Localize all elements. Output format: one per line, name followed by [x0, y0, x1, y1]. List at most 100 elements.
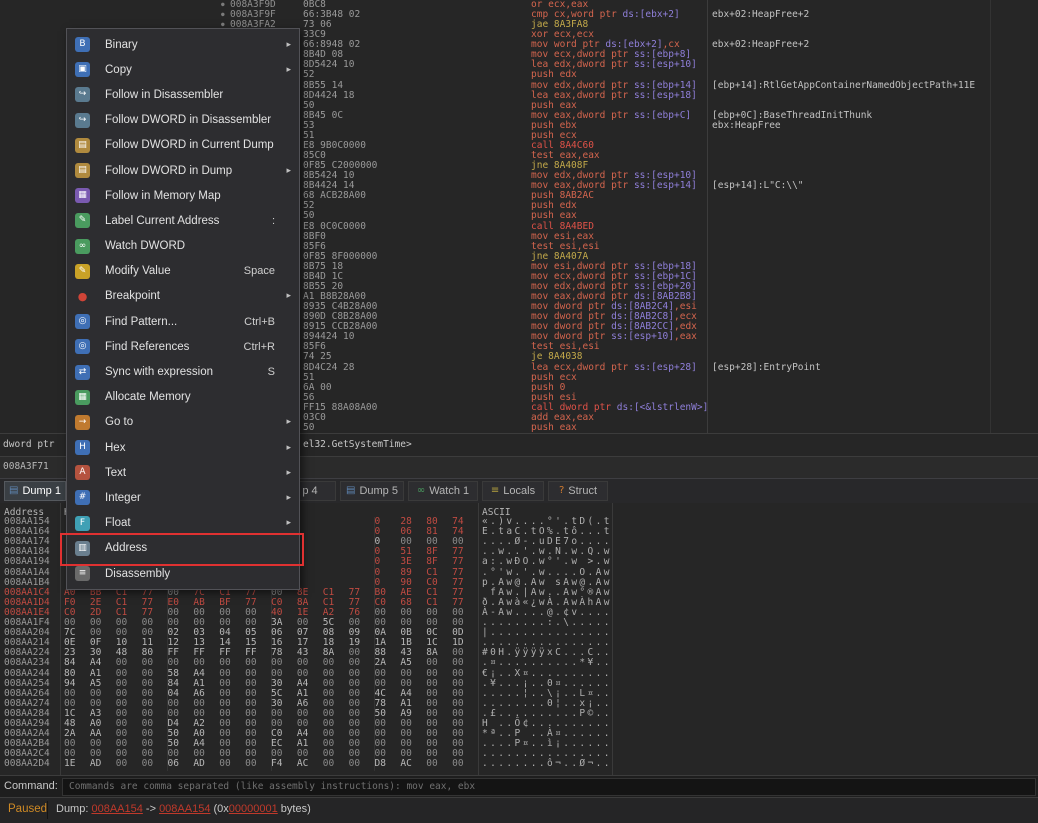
menu-item-label: Follow in Disassembler: [105, 89, 223, 101]
menu-item-find-references[interactable]: ◎ Find References Ctrl+R: [67, 334, 299, 359]
menu-item-label: Disassembly: [105, 568, 170, 580]
sync-with-expression-icon: ⇄: [75, 365, 90, 380]
locals-tab-icon: ≡: [491, 486, 499, 496]
instruction-bytes: 50: [303, 211, 314, 221]
address-icon: ▥: [75, 541, 90, 556]
tab-label: Locals: [503, 485, 535, 497]
binary-icon: B: [75, 37, 90, 52]
dump-address: 008AA244: [4, 669, 50, 679]
status-dump-range: Dump: 008AA154 -> 008AA154 (0x00000001 b…: [56, 803, 311, 815]
status-address-link[interactable]: 008AA154: [91, 803, 142, 815]
menu-item-shortcut: Ctrl+R: [244, 341, 275, 353]
instruction-comment: ebx+02:HeapFree+2: [712, 10, 809, 20]
tab-label: Dump 1: [22, 485, 61, 497]
menu-item-follow-in-memory-map[interactable]: ▦Follow in Memory Map: [67, 183, 299, 208]
command-bar: Command: Commands are comma separated (l…: [0, 775, 1038, 798]
debugger-state: Paused: [8, 803, 47, 815]
menu-item-follow-dword-in-current-dump[interactable]: ▤ Follow DWORD in Current Dump: [67, 133, 299, 158]
command-label: Command:: [4, 780, 58, 792]
instruction-comment: ebx:HeapFree: [712, 121, 781, 131]
goto-icon: →: [75, 415, 90, 430]
copy-icon: ▣: [75, 62, 90, 77]
dump-context-menu: BBinary▸▣Copy▸↪Follow in Disassembler↪Fo…: [66, 28, 300, 590]
dump-row[interactable]: 008AA23484A4000000000000000000002AA50000…: [0, 658, 1038, 668]
menu-item-label: Follow DWORD in Dump: [105, 165, 232, 177]
dump-ascii: .¤..........*¥..: [482, 658, 612, 668]
menu-item-follow-dword-in-disassembler[interactable]: ↪Follow DWORD in Disassembler: [67, 108, 299, 133]
command-input[interactable]: Commands are comma separated (like assem…: [62, 778, 1036, 796]
find-pattern-icon: ◎: [75, 314, 90, 329]
status-divider: [47, 801, 48, 819]
find-references-icon: ◎: [75, 339, 90, 354]
dump-row[interactable]: 008AA2D41EAD000006AD0000F4AC0000D8AC0000…: [0, 759, 1038, 769]
dump-ascii: a:.wÐO.w°'.w >.w: [482, 557, 612, 567]
menu-item-modify-value[interactable]: ✎Modify ValueSpace: [67, 259, 299, 284]
status-text: bytes): [278, 803, 311, 815]
dump-row[interactable]: 008AA24480A1000058A400000000000000000000…: [0, 669, 1038, 679]
hex-icon: H: [75, 440, 90, 455]
label-current-address-icon: ✎: [75, 213, 90, 228]
menu-item-follow-dword-in-dump[interactable]: ▤ Follow DWORD in Dump ▸: [67, 158, 299, 183]
menu-item-find-pattern[interactable]: ◎Find Pattern...Ctrl+B: [67, 309, 299, 334]
instruction-comment: [esp+28]:EntryPoint: [712, 363, 821, 373]
struct-tab-icon: ?: [559, 486, 564, 496]
dump-address: 008AA1A4: [4, 568, 50, 578]
menu-item-label: Text: [105, 467, 126, 479]
menu-item-hex[interactable]: HHex▸: [67, 435, 299, 460]
dump-ascii: ........ô¬..Ø¬..: [482, 759, 612, 769]
menu-item-label: Modify Value: [105, 265, 171, 277]
menu-item-go-to[interactable]: →Go to▸: [67, 410, 299, 435]
menu-item-label: Find References: [105, 341, 189, 353]
tab-locals[interactable]: ≡ Locals: [482, 481, 544, 501]
disassembly-icon: ≡: [75, 566, 90, 581]
follow-dword-in-current-dump-icon: ▤: [75, 138, 90, 153]
menu-item-breakpoint[interactable]: ●Breakpoint▸: [67, 284, 299, 309]
menu-item-sync-with-expression[interactable]: ⇄ Sync with expression S: [67, 359, 299, 384]
dump-tab-icon: ▤: [9, 486, 18, 496]
watch-dword-icon: ∞: [75, 239, 90, 254]
menu-item-label: Binary: [105, 39, 138, 51]
menu-item-label-current-address[interactable]: ✎ Label Current Address:: [67, 208, 299, 233]
menu-item-binary[interactable]: BBinary▸: [67, 32, 299, 57]
menu-item-shortcut: Ctrl+B: [244, 316, 275, 328]
disasm-line[interactable]: 0BC8or ecx,eax: [0, 0, 1038, 10]
menu-item-address[interactable]: ▥Address: [67, 536, 299, 561]
disasm-comment-divider: [707, 0, 708, 433]
menu-item-label: Label Current Address: [105, 215, 219, 227]
tab-dump-1[interactable]: ▤ Dump 1: [4, 481, 66, 501]
integer-icon: #: [75, 490, 90, 505]
follow-dword-in-disassembler-icon: ↪: [75, 113, 90, 128]
menu-item-watch-dword[interactable]: ∞Watch DWORD: [67, 234, 299, 259]
menu-item-text[interactable]: AText▸: [67, 460, 299, 485]
menu-item-shortcut: :: [272, 215, 275, 227]
tab-label: Struct: [568, 485, 597, 497]
dump-hex-bytes: 84A4000000000000000000002AA50000: [64, 658, 478, 668]
menu-item-label: Float: [105, 517, 131, 529]
menu-item-float[interactable]: FFloat▸: [67, 511, 299, 536]
menu-item-disassembly[interactable]: ≡ Disassembly: [67, 561, 299, 586]
menu-item-label: Sync with expression: [105, 366, 213, 378]
disasm-line[interactable]: 66:3B48 02cmp cx,word ptr ds:[ebx+2]ebx+…: [0, 10, 1038, 20]
tab-label: Dump 5: [359, 485, 398, 497]
tab-watch-1[interactable]: ∞Watch 1: [408, 481, 478, 501]
status-address-link[interactable]: 008AA154: [159, 803, 210, 815]
info-box-left-text: dword ptr: [3, 439, 60, 450]
menu-item-shortcut: S: [268, 366, 275, 378]
status-address-link[interactable]: 00000001: [229, 803, 278, 815]
menu-item-copy[interactable]: ▣Copy▸: [67, 57, 299, 82]
dump-ascii: .°'w.'.w....O.Aw: [482, 568, 612, 578]
menu-item-label: Follow in Memory Map: [105, 190, 221, 202]
instruction-bytes: 50: [303, 423, 314, 433]
follow-dword-in-dump-icon: ▤: [75, 163, 90, 178]
instruction-comment: [ebp+14]:RtlGetAppContainerNamedObjectPa…: [712, 81, 975, 91]
menu-item-label: Follow DWORD in Current Dump: [105, 139, 274, 151]
menu-item-follow-in-disassembler[interactable]: ↪Follow in Disassembler: [67, 82, 299, 107]
submenu-arrow-icon: ▸: [286, 166, 291, 176]
tab-dump-5[interactable]: ▤Dump 5: [340, 481, 404, 501]
submenu-arrow-icon: ▸: [286, 291, 291, 301]
menu-item-allocate-memory[interactable]: ▦Allocate Memory: [67, 385, 299, 410]
menu-item-integer[interactable]: #Integer▸: [67, 485, 299, 510]
tab-struct[interactable]: ? Struct: [548, 481, 608, 501]
instruction-bytes: 74 25: [303, 352, 332, 362]
watch-tab-icon: ∞: [417, 486, 425, 496]
